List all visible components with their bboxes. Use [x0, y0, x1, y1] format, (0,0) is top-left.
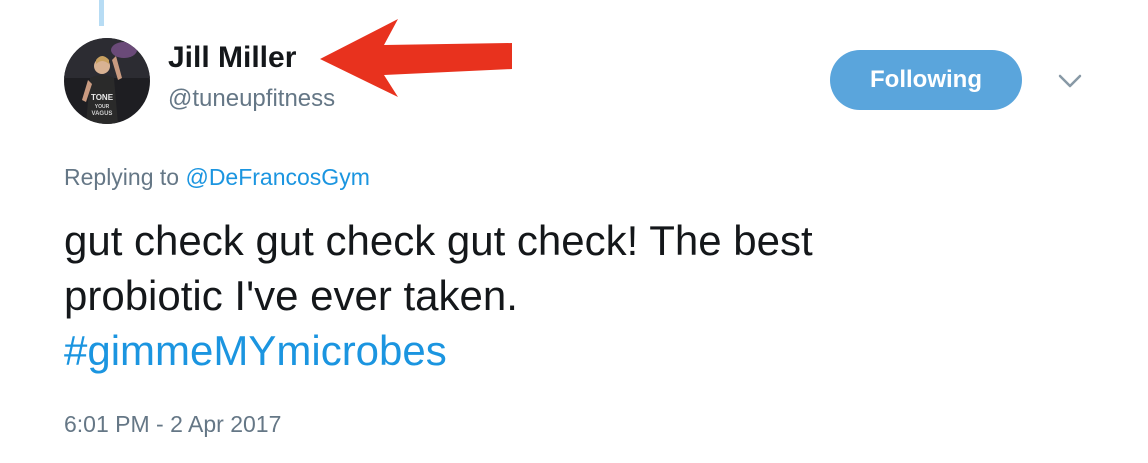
replying-to-label: Replying to [64, 164, 180, 190]
tweet-text-line-1: gut check gut check gut check! The best [64, 217, 813, 264]
author-display-name[interactable]: Jill Miller [168, 41, 296, 75]
tweet-text: gut check gut check gut check! The best … [64, 213, 1064, 378]
reply-mention-link[interactable]: @DeFrancosGym [185, 164, 369, 190]
avatar-shirt-text-1: TONE [91, 93, 114, 102]
hashtag-link[interactable]: #gimmeMYmicrobes [64, 323, 1064, 378]
avatar-shirt-text-3: VAGUS [92, 111, 113, 117]
replying-to-line: Replying to @DeFrancosGym [64, 164, 370, 191]
avatar[interactable]: TONE YOUR VAGUS [64, 38, 150, 124]
following-button[interactable]: Following [830, 50, 1022, 110]
tweet-text-line-2: probiotic I've ever taken. [64, 272, 518, 319]
tweet-timestamp[interactable]: 6:01 PM - 2 Apr 2017 [64, 411, 281, 438]
author-handle[interactable]: @tuneupfitness [168, 85, 335, 113]
red-arrow-icon [316, 17, 516, 104]
avatar-shirt-text-2: YOUR [95, 104, 110, 110]
avatar-photo: TONE YOUR VAGUS [64, 38, 150, 124]
chevron-down-icon[interactable] [1056, 70, 1084, 92]
thread-connector-line [99, 0, 104, 26]
